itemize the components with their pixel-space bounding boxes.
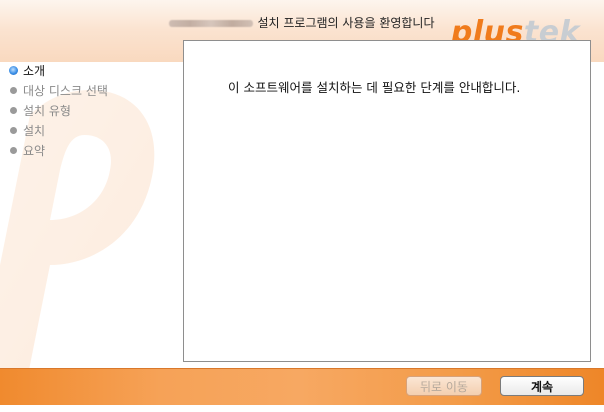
step-indicator-icon (10, 106, 17, 114)
step-indicator-icon (10, 86, 17, 94)
step-label: 대상 디스크 선택 (23, 83, 108, 98)
installer-window: 설치 프로그램의 사용을 환영합니다 plustek 소개 대상 디스크 선택 … (0, 0, 604, 412)
step-destination: 대상 디스크 선택 (10, 80, 108, 100)
step-indicator-icon (10, 146, 17, 154)
redacted-product-name (169, 20, 254, 27)
step-installation: 설치 (10, 120, 108, 140)
go-back-button[interactable]: 뒤로 이동 (406, 376, 482, 396)
window-bottom-edge (0, 405, 604, 412)
step-label: 설치 (23, 123, 46, 138)
button-bar: 뒤로 이동 계속 (0, 368, 604, 405)
step-label: 요약 (23, 143, 46, 158)
step-indicator-active-icon (9, 65, 18, 75)
intro-text: 이 소프트웨어를 설치하는 데 필요한 단계를 안내합니다. (228, 80, 521, 95)
step-installation-type: 설치 유형 (10, 100, 108, 120)
step-summary: 요약 (10, 140, 108, 160)
step-indicator-icon (10, 126, 17, 134)
step-label: 소개 (23, 63, 46, 78)
window-title-text: 설치 프로그램의 사용을 환영합니다 (257, 16, 435, 30)
content-panel: 이 소프트웨어를 설치하는 데 필요한 단계를 안내합니다. (183, 40, 591, 362)
step-introduction: 소개 (9, 60, 108, 80)
continue-button[interactable]: 계속 (500, 376, 584, 396)
step-label: 설치 유형 (23, 103, 71, 118)
installer-steps: 소개 대상 디스크 선택 설치 유형 설치 요약 (9, 60, 108, 160)
